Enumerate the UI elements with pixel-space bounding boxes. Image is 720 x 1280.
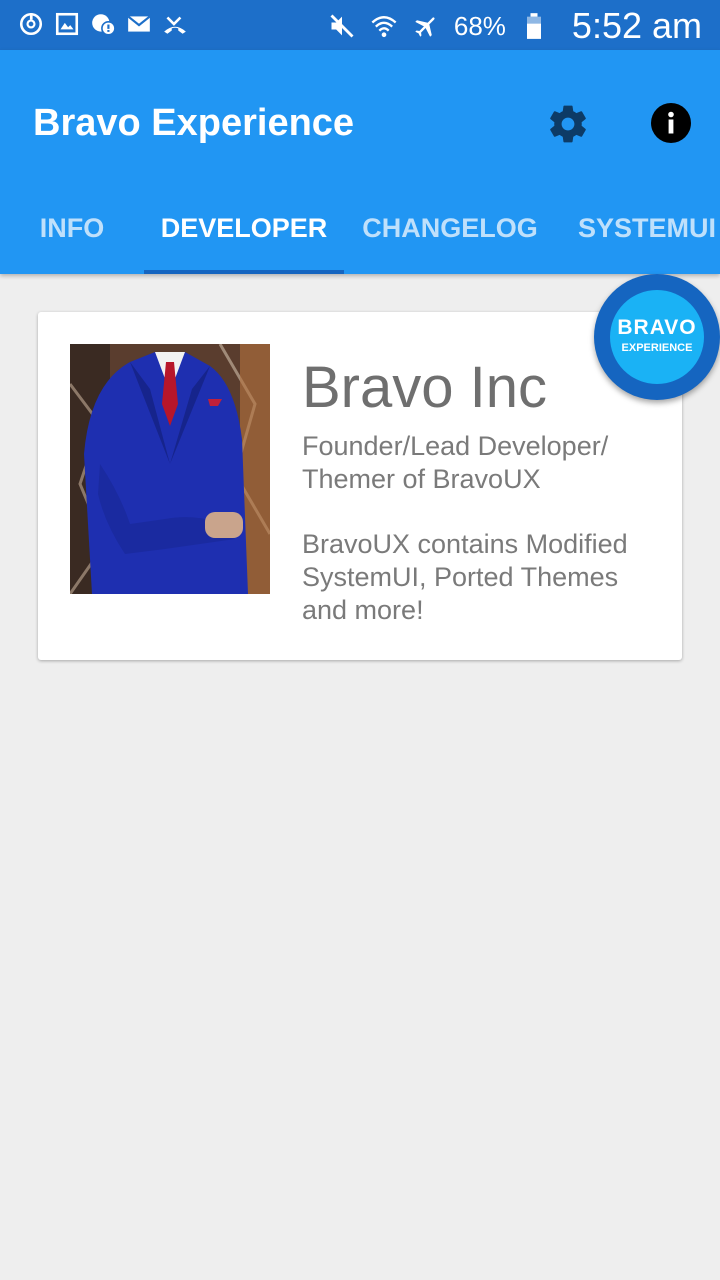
notification-icons bbox=[18, 11, 188, 37]
sync-icon bbox=[19, 12, 43, 36]
tab-changelog[interactable]: CHANGELOG bbox=[344, 198, 556, 274]
clock: 5:52 am bbox=[571, 5, 702, 46]
missed-call-icon bbox=[164, 16, 186, 34]
tab-info[interactable]: INFO bbox=[0, 198, 144, 274]
wifi-icon bbox=[371, 16, 397, 38]
system-icons: 68% 5:52 am bbox=[328, 5, 702, 46]
mail-icon bbox=[127, 15, 151, 32]
mute-icon bbox=[330, 14, 354, 38]
gear-icon bbox=[550, 105, 586, 143]
tab-bar: INFO DEVELOPER CHANGELOG SYSTEMUI bbox=[0, 198, 720, 274]
developer-card: Bravo Inc Founder/Lead Developer/ Themer… bbox=[38, 312, 682, 660]
bravo-experience-fab[interactable]: BRAVO EXPERIENCE bbox=[594, 274, 720, 400]
gallery-icon bbox=[55, 12, 79, 36]
tab-developer[interactable]: DEVELOPER bbox=[144, 198, 344, 274]
developer-role: Founder/Lead Developer/ Themer of BravoU… bbox=[302, 431, 609, 494]
info-icon bbox=[651, 103, 691, 143]
developer-photo bbox=[70, 344, 270, 594]
settings-button[interactable] bbox=[546, 102, 590, 146]
tab-systemui[interactable]: SYSTEMUI bbox=[556, 198, 720, 274]
bravo-logo: BRAVO EXPERIENCE bbox=[610, 290, 704, 384]
battery-icon bbox=[526, 13, 541, 39]
chat-icon bbox=[92, 14, 116, 36]
app-title: Bravo Experience bbox=[33, 102, 355, 144]
airplane-icon bbox=[415, 17, 435, 37]
app-bar: Bravo Experience INFO DEVELOPER CHANGELO… bbox=[0, 50, 720, 274]
info-button[interactable] bbox=[650, 102, 692, 144]
developer-description: BravoUX contains Modified SystemUI, Port… bbox=[302, 529, 628, 625]
tab-indicator bbox=[144, 270, 344, 274]
fab-logo-line2: EXPERIENCE bbox=[621, 342, 693, 354]
battery-percentage: 68% bbox=[453, 10, 506, 41]
developer-name: Bravo Inc bbox=[302, 355, 547, 420]
fab-logo-line1: BRAVO bbox=[617, 316, 697, 339]
status-bar: 68% 5:52 am bbox=[0, 0, 720, 50]
